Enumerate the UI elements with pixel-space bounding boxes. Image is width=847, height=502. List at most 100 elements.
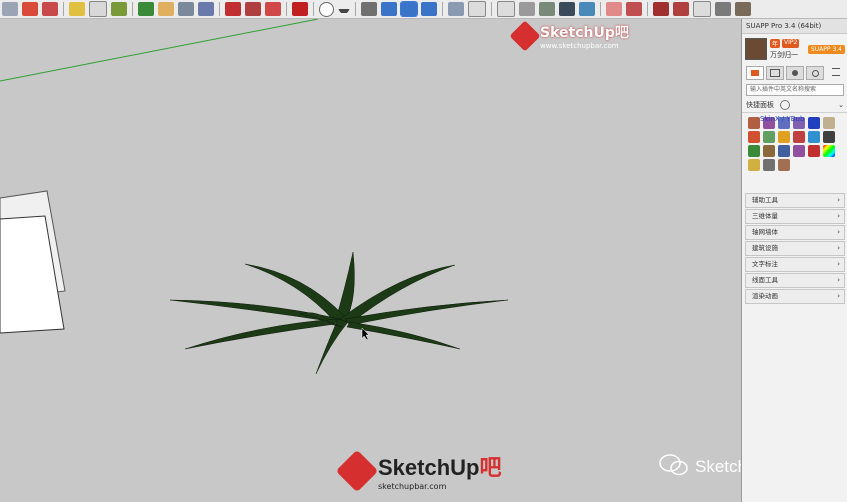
undo-icon[interactable]	[2, 2, 18, 16]
watermark-bottom-text: SketchUp吧 sketchupbar.com	[378, 450, 502, 491]
zoom-extents-icon[interactable]	[198, 2, 214, 16]
toolbar-divider	[442, 2, 443, 16]
plugin-icon[interactable]	[748, 131, 760, 143]
plugin-icon[interactable]	[748, 117, 760, 129]
warehouse-icon[interactable]	[225, 2, 241, 16]
chevron-right-icon: ›	[837, 196, 840, 204]
plugin-icon[interactable]	[763, 145, 775, 157]
plugin-search-input[interactable]: 输入插件中英文名称搜索	[746, 84, 844, 96]
plugin-icon[interactable]	[763, 131, 775, 143]
chevron-down-icon[interactable]	[338, 9, 350, 13]
watermark-top-text: SketchUp吧 www.sketchupbar.com	[540, 22, 629, 50]
plugin-icon[interactable]	[823, 145, 835, 157]
back-view-icon[interactable]	[539, 2, 555, 16]
category-item[interactable]: 文字标注 ›	[745, 257, 845, 272]
tab-list[interactable]	[766, 66, 784, 80]
list-icon	[770, 69, 780, 77]
right-view-icon[interactable]	[519, 2, 535, 16]
chevron-down-icon[interactable]: ⌄	[838, 101, 844, 109]
tab-search[interactable]	[806, 66, 824, 80]
gear-icon[interactable]	[780, 100, 790, 110]
plugin-icon[interactable]	[778, 131, 790, 143]
bottom-view-icon[interactable]	[579, 2, 595, 16]
category-item[interactable]: 建筑设施 ›	[745, 241, 845, 256]
rotate-icon[interactable]	[381, 2, 397, 16]
category-item[interactable]: 渲染动画 ›	[745, 289, 845, 304]
chevron-right-icon: ›	[837, 260, 840, 268]
look-around-icon[interactable]	[421, 2, 437, 16]
tab-home[interactable]	[746, 66, 764, 80]
user-badges: 年 VIP2	[770, 38, 800, 48]
plugin-icon[interactable]	[823, 117, 835, 129]
top-view-icon[interactable]	[468, 1, 486, 17]
plant-model	[169, 251, 509, 375]
green-axis-line	[0, 19, 319, 82]
plugin-icon[interactable]	[748, 145, 760, 157]
paint-icon[interactable]	[111, 2, 127, 16]
plugin-icon[interactable]	[748, 159, 760, 171]
watermark-bottom: SketchUp吧 sketchupbar.com	[335, 449, 502, 492]
quick-panel-header: 快捷面板 ⌄	[742, 98, 847, 113]
user-name: 万剑归一	[770, 50, 798, 59]
zoom-icon[interactable]	[178, 2, 194, 16]
plugin-icon[interactable]	[778, 145, 790, 157]
front-view-icon[interactable]	[497, 1, 515, 17]
extension-icon[interactable]	[265, 2, 281, 16]
sketchup-logo-icon	[509, 20, 541, 52]
category-item[interactable]: 线面工具 ›	[745, 273, 845, 288]
plugin-icon[interactable]	[793, 145, 805, 157]
walk-icon[interactable]	[400, 1, 418, 17]
plugin-icon[interactable]	[808, 145, 820, 157]
hidden-line-icon[interactable]	[653, 2, 669, 16]
textured-icon[interactable]	[693, 1, 711, 17]
ruby-icon[interactable]	[292, 2, 308, 16]
xray-icon[interactable]	[606, 2, 622, 16]
section-icon[interactable]	[735, 2, 751, 16]
tab-user[interactable]	[786, 66, 804, 80]
iso-view-icon[interactable]	[448, 2, 464, 16]
plugin-icon[interactable]	[823, 131, 835, 143]
orbit-icon[interactable]	[138, 2, 154, 16]
save-icon[interactable]	[42, 2, 58, 16]
tab-menu[interactable]	[828, 66, 844, 78]
text-icon[interactable]	[89, 1, 107, 17]
category-label: 轴网墙体	[752, 228, 778, 236]
avatar[interactable]	[745, 38, 767, 60]
user-icon	[792, 70, 798, 76]
pencil-icon[interactable]	[69, 2, 85, 16]
components-icon[interactable]	[245, 2, 261, 16]
wireframe-icon[interactable]	[626, 2, 642, 16]
model-viewport[interactable]	[0, 19, 740, 502]
category-label: 线面工具	[752, 276, 778, 284]
category-item[interactable]: 三维体量 ›	[745, 209, 845, 224]
toolbar-divider	[219, 2, 220, 16]
watermark-bottom-ba: 吧	[479, 456, 502, 481]
user-row: 年 VIP2 万剑归一 SUAPP 3.4	[742, 34, 847, 64]
toolbar-divider	[63, 2, 64, 16]
plugin-icon[interactable]	[793, 131, 805, 143]
category-item[interactable]: 轴网墙体 ›	[745, 225, 845, 240]
sketchup-logo-icon	[335, 449, 379, 492]
main-toolbar	[0, 0, 847, 19]
pro-badge[interactable]: SUAPP 3.4	[808, 44, 845, 54]
watermark-top: SketchUp吧 www.sketchupbar.com	[509, 20, 629, 52]
redo-icon[interactable]	[22, 2, 38, 16]
menu-icon	[832, 68, 840, 76]
toolbar-divider	[491, 2, 492, 16]
plugin-icon[interactable]	[808, 117, 820, 129]
move-icon[interactable]	[361, 2, 377, 16]
chevron-right-icon: ›	[837, 228, 840, 236]
pan-icon[interactable]	[158, 2, 174, 16]
plugin-icon[interactable]	[778, 159, 790, 171]
category-label: 渲染动画	[752, 292, 778, 300]
icon-label: SkinX / YBub	[760, 115, 805, 123]
left-view-icon[interactable]	[559, 2, 575, 16]
shaded-icon[interactable]	[673, 2, 689, 16]
monochrome-icon[interactable]	[715, 2, 731, 16]
account-icon[interactable]	[319, 1, 334, 17]
plugin-icon[interactable]	[763, 159, 775, 171]
category-item[interactable]: 辅助工具 ›	[745, 193, 845, 208]
plugin-icon[interactable]	[808, 131, 820, 143]
suapp-panel: SUAPP Pro 3.4 (64bit) 年 VIP2 万剑归一 SUAPP …	[741, 19, 847, 502]
paper-sheets	[0, 190, 66, 334]
